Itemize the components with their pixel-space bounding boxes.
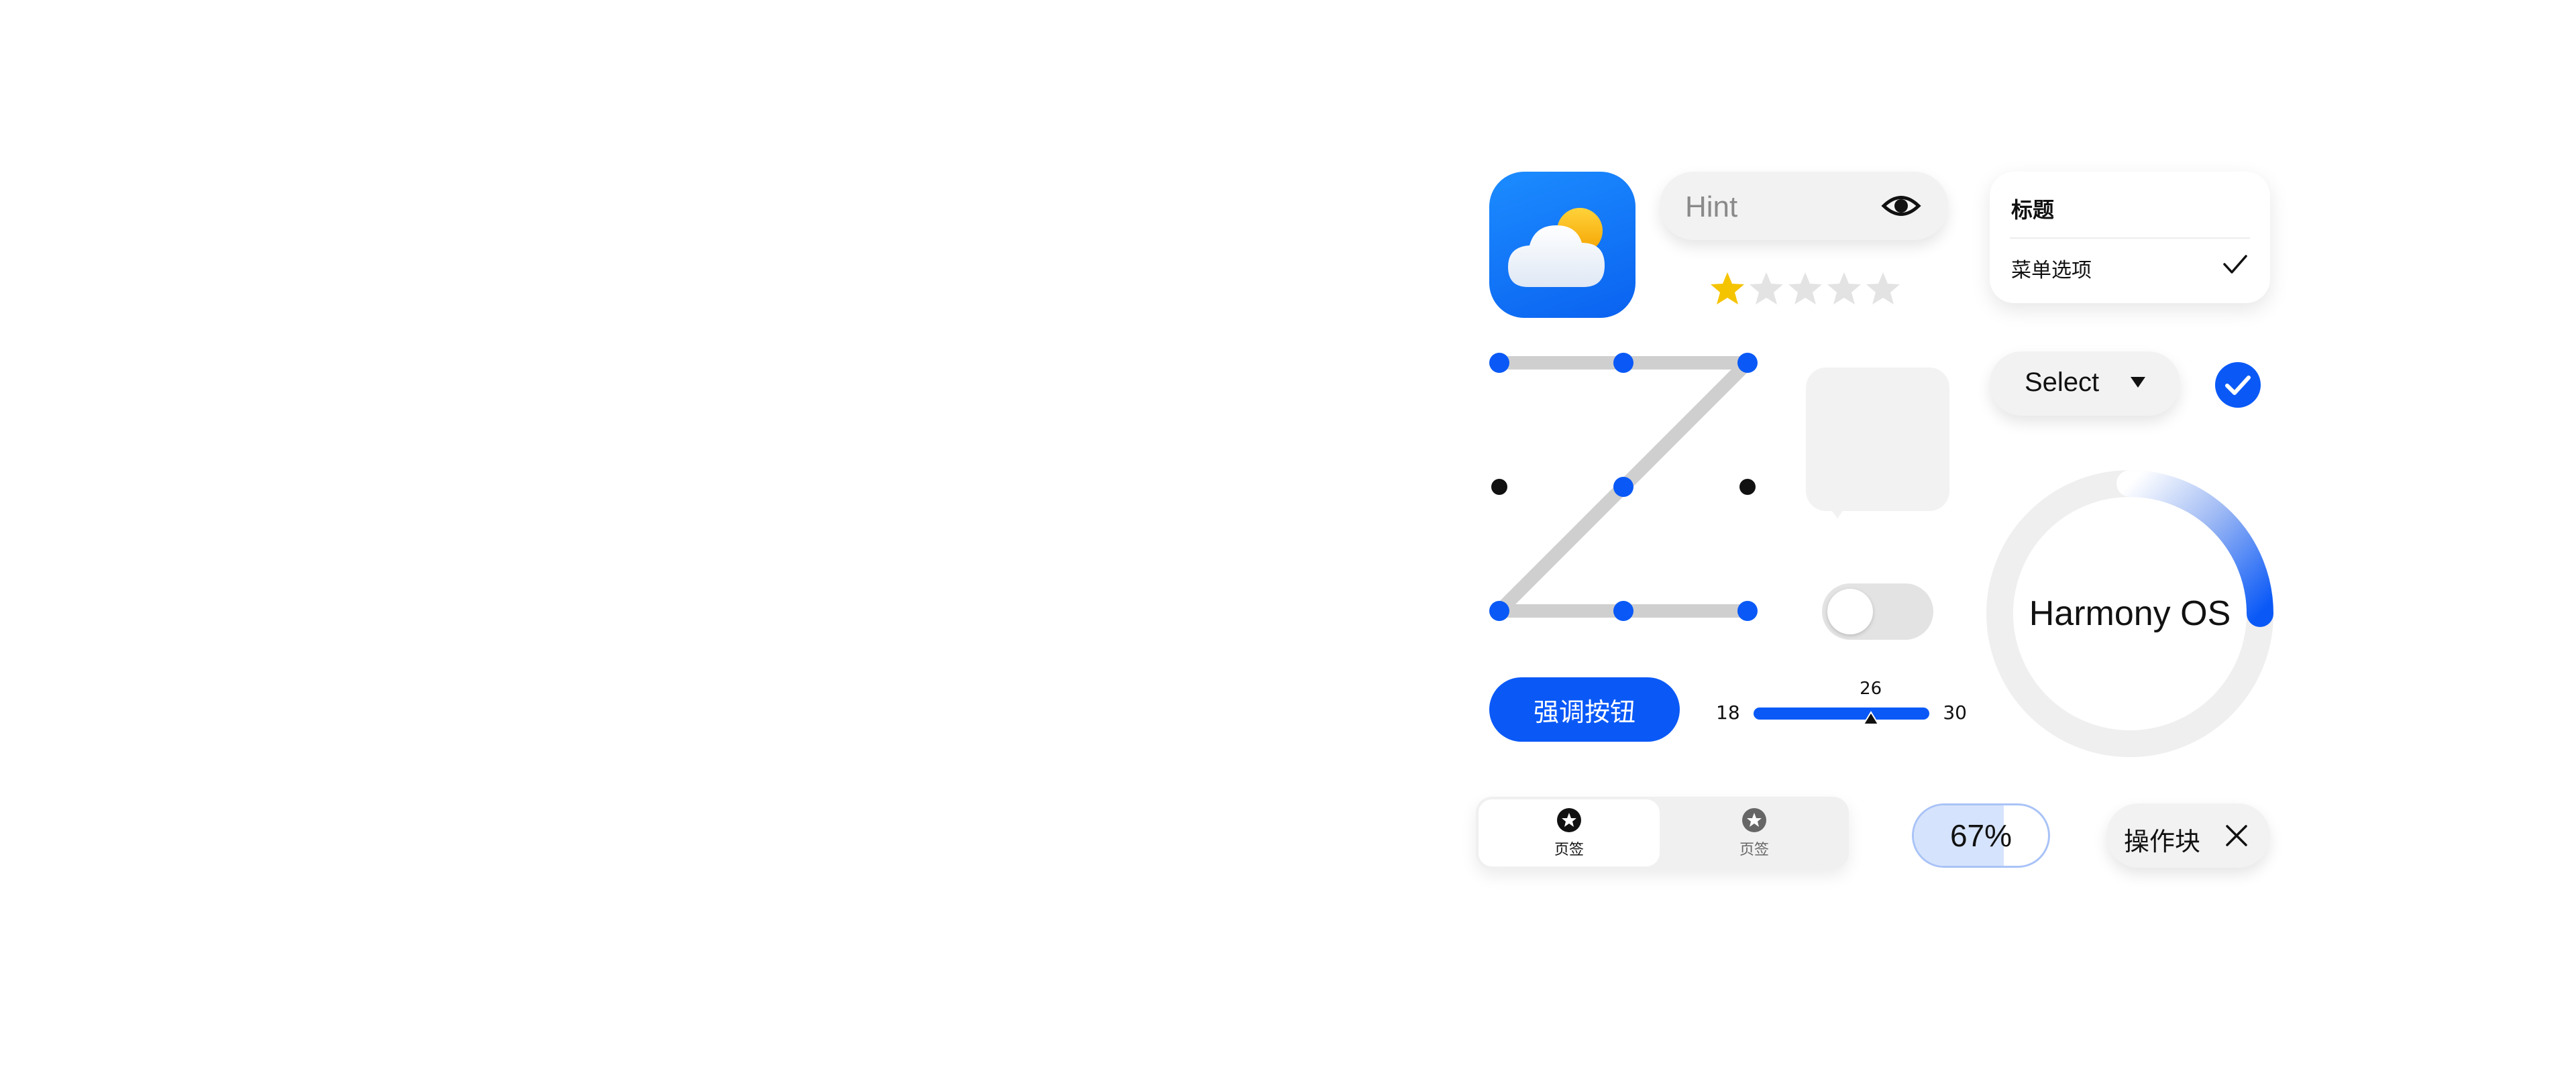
select-label: Select bbox=[2025, 368, 2100, 397]
menu-card: 标题 菜单选项 bbox=[1990, 172, 2270, 303]
tab-label: 页签 bbox=[1554, 842, 1584, 858]
slider-track[interactable] bbox=[1754, 708, 1929, 720]
popup-bubble bbox=[1806, 368, 1949, 511]
check-icon bbox=[2223, 255, 2247, 274]
menu-divider bbox=[2010, 237, 2250, 239]
progress-capsule-label: 67% bbox=[1949, 818, 2012, 853]
caret-down-icon bbox=[2131, 377, 2145, 388]
chip-label: 操作块 bbox=[2124, 827, 2201, 856]
star-icon[interactable] bbox=[1708, 270, 1747, 308]
progress-capsule[interactable]: 67% bbox=[1912, 803, 2050, 868]
eye-icon[interactable] bbox=[1881, 189, 1921, 223]
star-rating[interactable] bbox=[1708, 270, 1902, 310]
tab-page-2[interactable]: 页签 bbox=[1664, 799, 1845, 866]
star-icon[interactable] bbox=[1747, 270, 1786, 308]
menu-title: 标题 bbox=[2011, 197, 2055, 223]
progress-ring-label: Harmony OS bbox=[2029, 594, 2231, 633]
star-badge-icon bbox=[1742, 808, 1766, 832]
slider-max-label: 30 bbox=[1943, 701, 1967, 724]
popup-arrow bbox=[1829, 506, 1846, 518]
pattern-dot-active[interactable] bbox=[1489, 353, 1509, 373]
weather-app-icon[interactable] bbox=[1489, 172, 1635, 318]
pattern-lock[interactable] bbox=[1476, 339, 1764, 628]
range-slider[interactable]: 18 26 30 bbox=[1711, 677, 1972, 751]
pattern-dot-active[interactable] bbox=[1613, 353, 1633, 373]
pattern-dot[interactable] bbox=[1739, 479, 1756, 495]
weather-icon bbox=[1508, 208, 1605, 287]
segmented-tabs: 页签 页签 bbox=[1476, 797, 1849, 869]
pattern-dot-active[interactable] bbox=[1613, 477, 1633, 497]
star-icon[interactable] bbox=[1786, 270, 1825, 308]
pattern-dot-active[interactable] bbox=[1737, 353, 1758, 373]
select-dropdown[interactable]: Select bbox=[1990, 351, 2180, 416]
tab-page-1[interactable]: 页签 bbox=[1479, 799, 1660, 866]
pattern-dot-active[interactable] bbox=[1613, 601, 1633, 621]
progress-ring: Harmony OS bbox=[1986, 469, 2274, 758]
emphasis-button[interactable]: 强调按钮 bbox=[1489, 677, 1680, 742]
pattern-dot-active[interactable] bbox=[1737, 601, 1758, 621]
toggle-knob bbox=[1827, 589, 1873, 634]
close-icon[interactable] bbox=[2223, 822, 2250, 849]
slider-value-label: 26 bbox=[1860, 679, 1882, 699]
password-input[interactable]: Hint bbox=[1660, 172, 1948, 240]
pattern-dot-active[interactable] bbox=[1489, 601, 1509, 621]
star-badge-icon bbox=[1557, 808, 1581, 832]
password-placeholder: Hint bbox=[1685, 190, 1738, 223]
star-icon[interactable] bbox=[1825, 270, 1864, 308]
pattern-dot[interactable] bbox=[1491, 479, 1507, 495]
checkbox[interactable] bbox=[2214, 361, 2262, 409]
toggle-switch[interactable] bbox=[1822, 583, 1933, 640]
star-icon[interactable] bbox=[1864, 270, 1902, 308]
slider-thumb[interactable] bbox=[1862, 711, 1880, 726]
slider-min-label: 18 bbox=[1716, 701, 1740, 724]
action-chip[interactable]: 操作块 bbox=[2106, 803, 2270, 868]
tab-label: 页签 bbox=[1739, 842, 1769, 858]
menu-item-label[interactable]: 菜单选项 bbox=[2011, 253, 2092, 283]
